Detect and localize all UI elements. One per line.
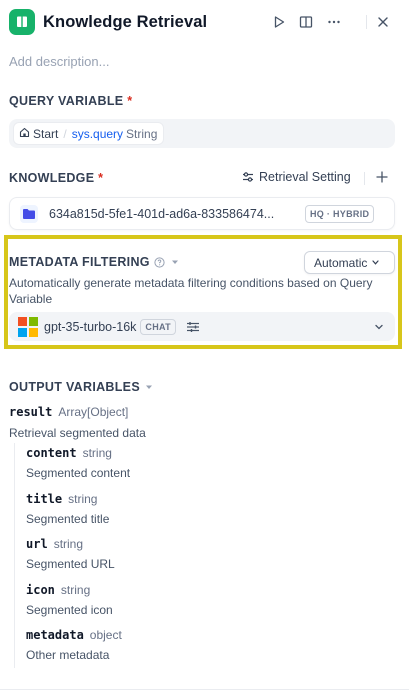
knowledge-item[interactable]: 634a815d-5fe1-401d-ad6a-833586474... HQ … bbox=[9, 197, 395, 230]
knowledge-title: KNOWLEDGE bbox=[9, 171, 95, 185]
retrieval-mode-badge: HQ · HYBRID bbox=[305, 204, 375, 223]
metadata-filtering-title: METADATA FILTERING bbox=[9, 255, 150, 269]
model-params-icon[interactable] bbox=[186, 321, 200, 333]
model-mode-badge: CHAT bbox=[140, 318, 176, 335]
required-mark: * bbox=[98, 171, 104, 185]
help-icon[interactable] bbox=[154, 256, 165, 268]
close-icon[interactable] bbox=[373, 12, 393, 32]
output-var-name: url bbox=[26, 537, 48, 551]
description-input[interactable]: Add description... bbox=[9, 54, 109, 69]
collapse-caret-icon[interactable] bbox=[145, 383, 153, 391]
output-var-title: title string bbox=[26, 492, 97, 506]
variable-separator: / bbox=[63, 126, 67, 141]
output-var-type: Array[Object] bbox=[58, 405, 129, 419]
output-var-type: object bbox=[89, 628, 122, 642]
settings-sliders-icon bbox=[242, 171, 254, 183]
metadata-filtering-description: Automatically generate metadata filterin… bbox=[9, 276, 373, 306]
play-icon[interactable] bbox=[269, 12, 289, 32]
folder-icon bbox=[20, 204, 38, 223]
output-var-url: url string bbox=[26, 537, 83, 551]
retrieval-setting-button[interactable]: Retrieval Setting bbox=[242, 170, 351, 184]
panel-bottom-divider bbox=[0, 689, 409, 690]
output-var-type: string bbox=[82, 446, 112, 460]
output-var-content: content string bbox=[26, 446, 112, 460]
more-icon[interactable] bbox=[324, 12, 344, 32]
output-variables-title: OUTPUT VARIABLES bbox=[9, 380, 140, 394]
metadata-mode-select[interactable]: Automatic bbox=[304, 251, 395, 274]
output-var-type: string bbox=[53, 537, 84, 551]
query-variable-heading: QUERY VARIABLE * bbox=[9, 94, 132, 108]
retrieval-setting-label: Retrieval Setting bbox=[259, 170, 351, 184]
output-var-metadata: metadata object bbox=[26, 628, 122, 642]
output-var-description: Segmented URL bbox=[26, 557, 115, 571]
collapse-caret-icon[interactable] bbox=[171, 258, 179, 266]
query-variable-title: QUERY VARIABLE bbox=[9, 94, 124, 108]
output-variables-heading[interactable]: OUTPUT VARIABLES bbox=[9, 380, 153, 394]
output-var-name: metadata bbox=[26, 628, 84, 642]
output-var-result: result Array[Object] bbox=[9, 405, 128, 419]
chevron-down-icon bbox=[371, 258, 380, 267]
model-name: gpt-35-turbo-16k bbox=[44, 319, 137, 334]
variable-tag[interactable]: Start / sys.query String bbox=[13, 122, 165, 145]
output-var-type: string bbox=[60, 583, 91, 597]
metadata-mode-value: Automatic bbox=[314, 255, 368, 270]
divider bbox=[364, 172, 365, 185]
metadata-filtering-heading: METADATA FILTERING bbox=[9, 255, 179, 269]
node-header: Knowledge Retrieval bbox=[9, 8, 400, 36]
output-var-description: Other metadata bbox=[26, 648, 110, 662]
tree-connector bbox=[14, 443, 15, 668]
split-panel-icon[interactable] bbox=[296, 12, 316, 32]
output-var-name: result bbox=[9, 405, 53, 419]
home-icon bbox=[19, 127, 30, 141]
model-selector[interactable]: gpt-35-turbo-16k CHAT bbox=[9, 312, 395, 341]
knowledge-book-icon bbox=[9, 9, 35, 35]
chevron-down-icon[interactable] bbox=[374, 322, 384, 332]
output-var-description: Segmented title bbox=[26, 512, 110, 526]
add-knowledge-icon[interactable] bbox=[375, 170, 391, 186]
required-mark: * bbox=[127, 94, 133, 108]
output-var-type: string bbox=[68, 492, 98, 506]
output-var-icon: icon string bbox=[26, 583, 90, 597]
variable-type: String bbox=[126, 126, 158, 141]
output-var-description: Segmented icon bbox=[26, 603, 113, 617]
query-variable-picker[interactable]: Start / sys.query String bbox=[9, 119, 395, 148]
node-title[interactable]: Knowledge Retrieval bbox=[43, 13, 207, 32]
variable-name: sys.query bbox=[71, 126, 124, 141]
output-var-description: Retrieval segmented data bbox=[9, 426, 146, 440]
output-var-name: title bbox=[26, 492, 63, 506]
knowledge-name: 634a815d-5fe1-401d-ad6a-833586474... bbox=[49, 206, 275, 221]
variable-source: Start bbox=[33, 126, 59, 141]
header-divider bbox=[366, 15, 367, 29]
knowledge-heading: KNOWLEDGE * bbox=[9, 171, 103, 185]
output-var-name: icon bbox=[26, 583, 55, 597]
output-var-description: Segmented content bbox=[26, 466, 131, 480]
output-var-name: content bbox=[26, 446, 77, 460]
microsoft-logo-icon bbox=[18, 316, 38, 337]
